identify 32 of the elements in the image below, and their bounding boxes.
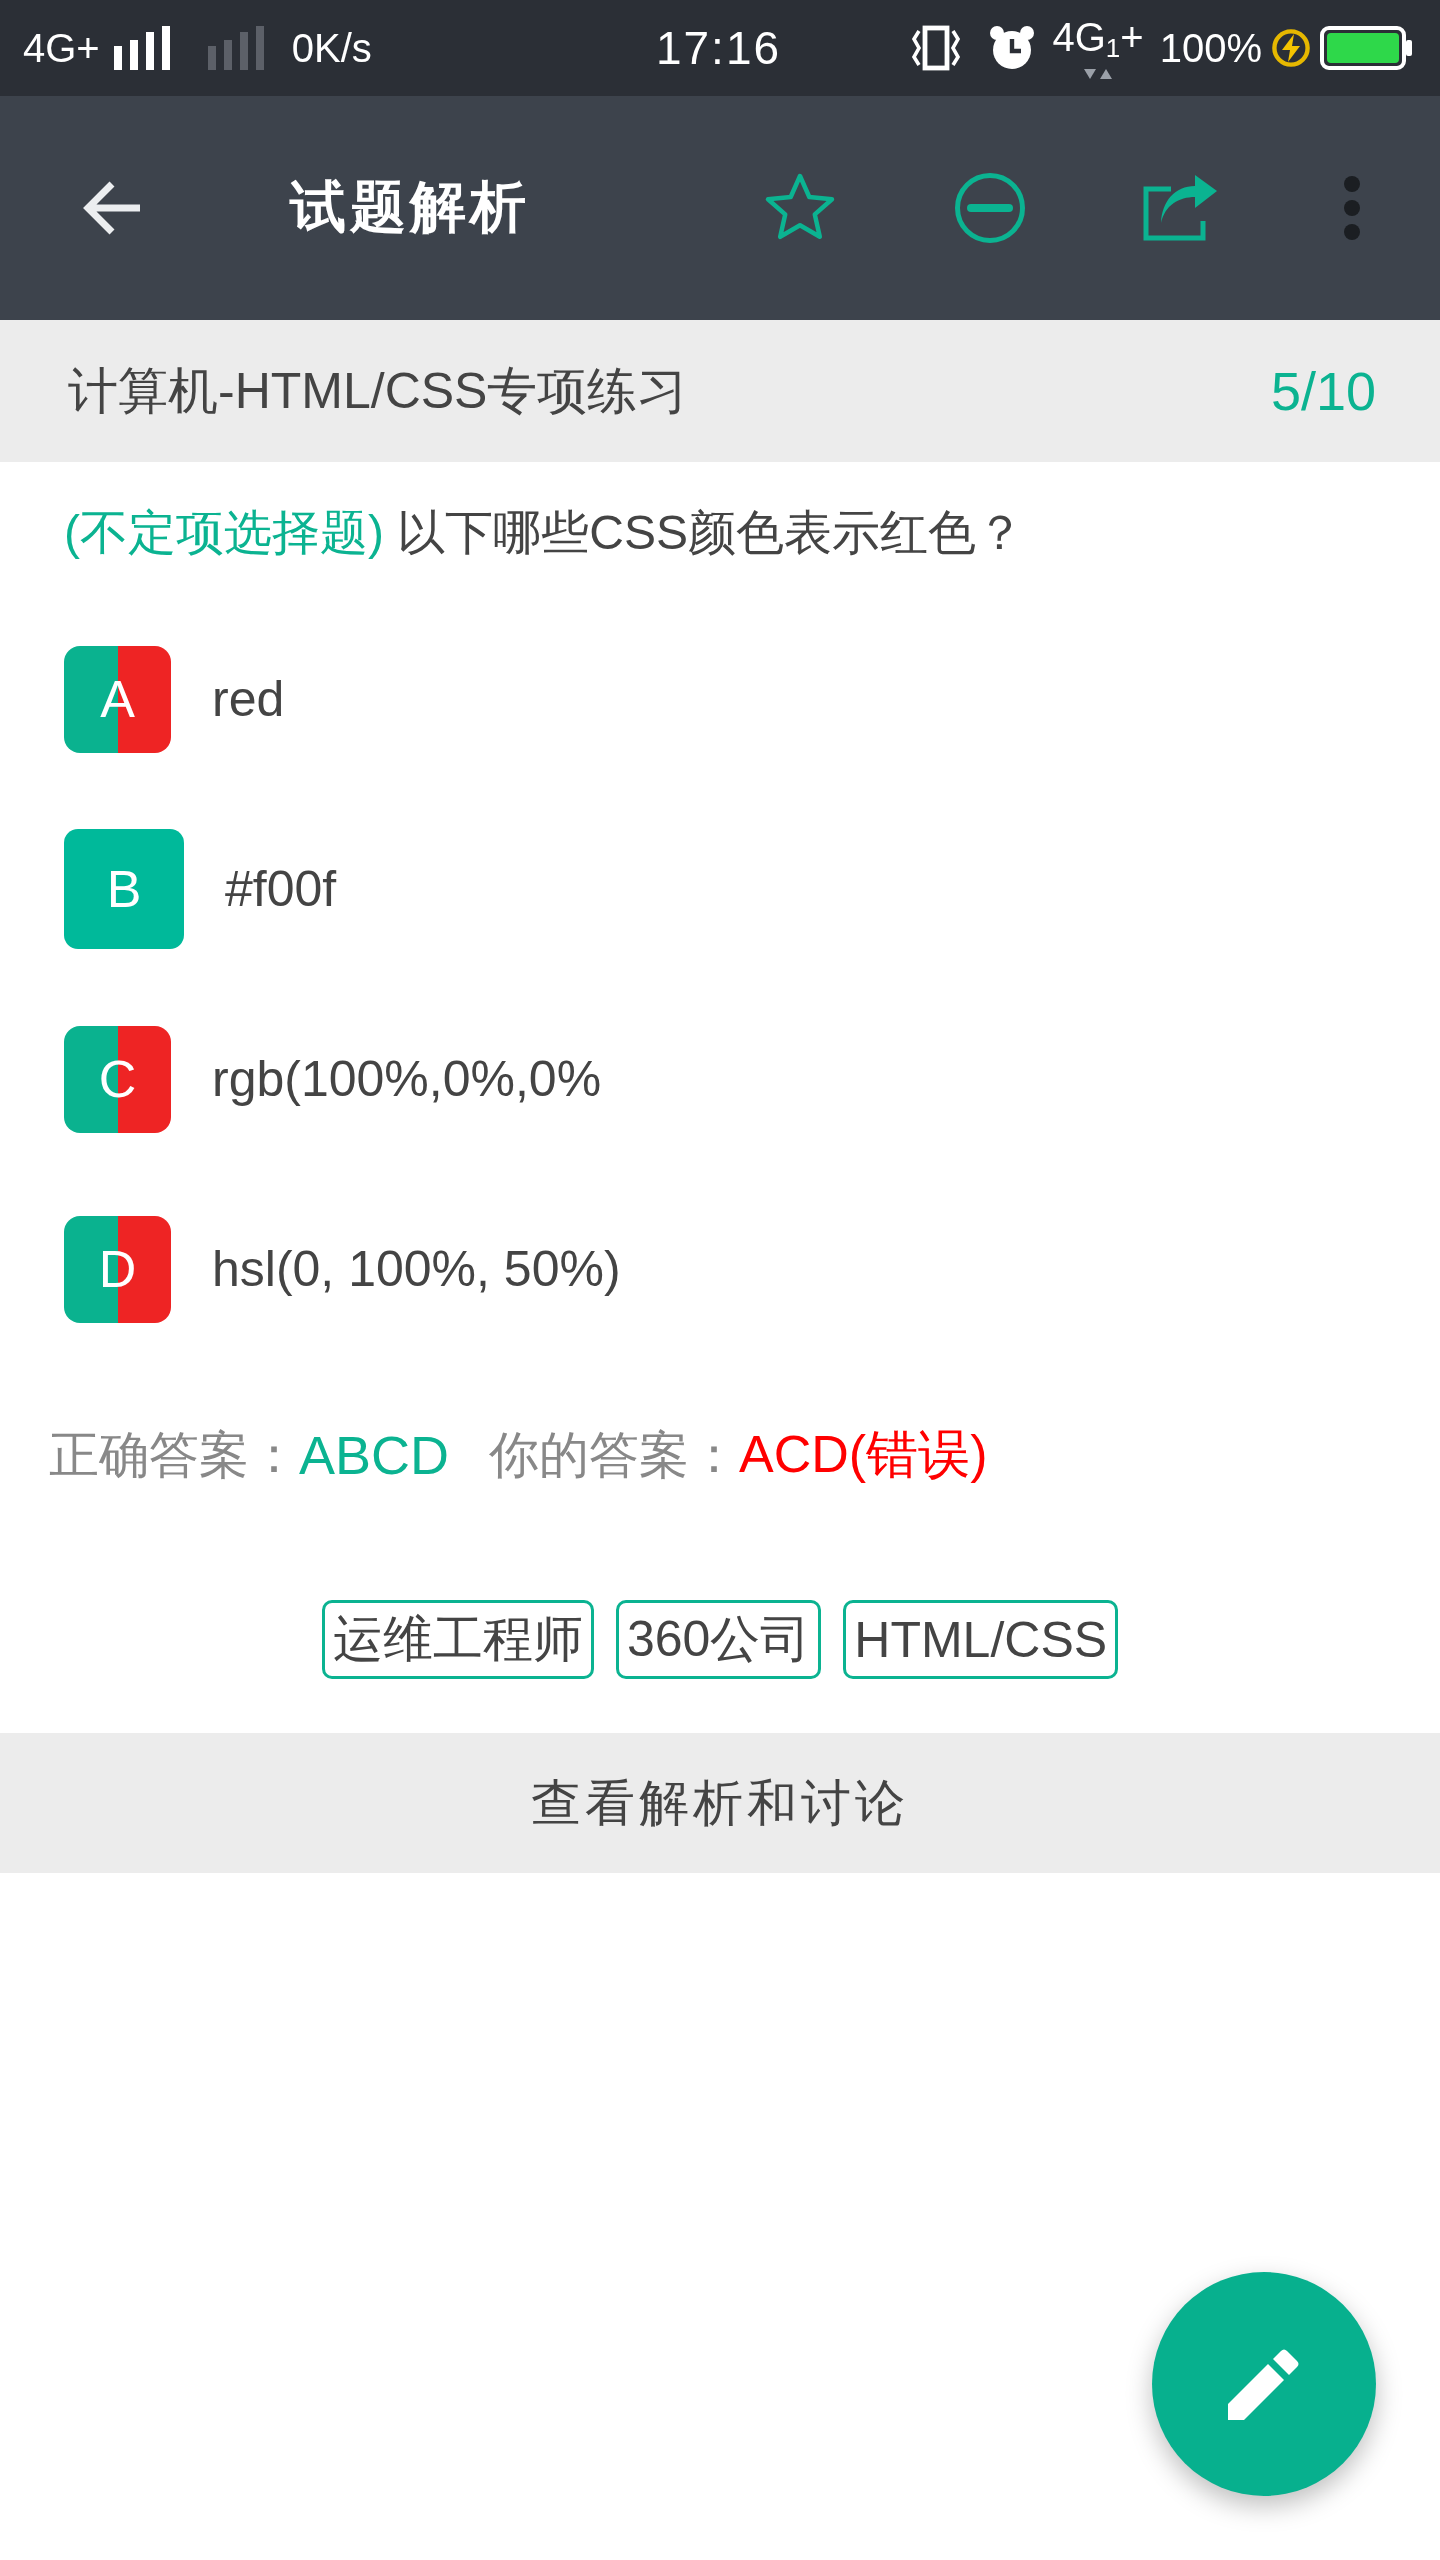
answer-label: 你的答案： <box>489 1425 740 1485</box>
tag-chip[interactable]: 运维工程师 <box>321 1600 594 1679</box>
minus-circle-icon[interactable] <box>954 172 1026 244</box>
data-activity-icon <box>1084 67 1113 80</box>
section-title: 计算机-HTML/CSS专项练习 <box>68 361 688 421</box>
option-text: rgb(100%,0%,0% <box>212 1050 602 1108</box>
share-icon[interactable] <box>1143 175 1219 241</box>
network-speed: 0K/s <box>291 25 372 71</box>
charging-icon <box>1272 29 1310 67</box>
battery-icon <box>1320 26 1414 70</box>
clock-time: 17:16 <box>655 21 782 75</box>
correct-answer: ABCD <box>299 1424 450 1486</box>
answer-label: 正确答案： <box>49 1425 299 1485</box>
battery-percentage: 100% <box>1159 25 1262 71</box>
view-analysis-button[interactable]: 查看解析和讨论 <box>0 1733 1440 1873</box>
signal-icon <box>207 26 264 70</box>
option-text: red <box>212 670 285 728</box>
your-answer: ACD(错误) <box>739 1424 988 1485</box>
alarm-clock-icon <box>988 25 1035 71</box>
option-text: #f00f <box>225 860 337 918</box>
pencil-icon <box>1228 2348 1300 2420</box>
option-letter-badge: B <box>64 829 184 949</box>
option-text: hsl(0, 100%, 50%) <box>212 1240 621 1298</box>
vibrate-icon <box>910 25 961 71</box>
network-type: 4G+ <box>23 25 100 71</box>
question-counter: 5/10 <box>1270 360 1376 422</box>
tag-chip[interactable]: HTML/CSS <box>843 1600 1119 1679</box>
tag-chip[interactable]: 360公司 <box>615 1600 822 1679</box>
question-text: (不定项选择题) 以下哪些CSS颜色表示红色？ <box>64 505 1025 561</box>
signal-icon <box>113 26 170 70</box>
network-type: 4G$_{1}$+ <box>1052 16 1144 65</box>
page-title: 试题解析 <box>290 173 530 241</box>
